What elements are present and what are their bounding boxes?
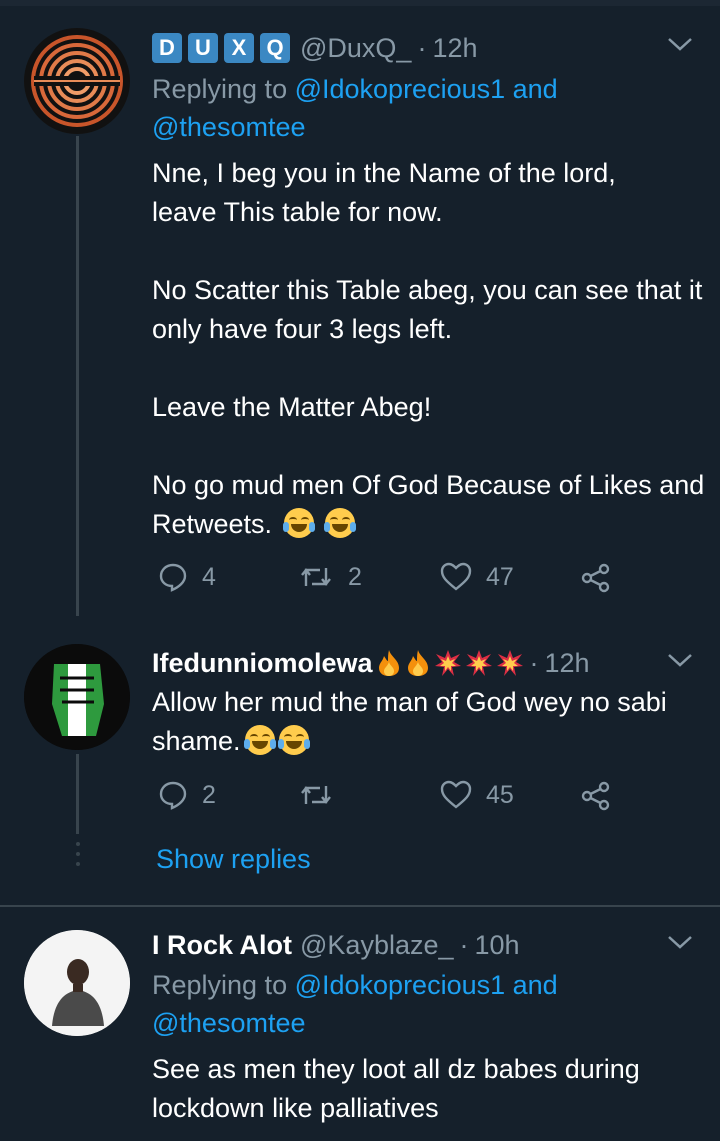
tweet-paragraph: Allow her mud the man of God wey no sabi…: [152, 687, 667, 756]
timestamp[interactable]: 12h: [545, 648, 590, 679]
thread-line: [76, 136, 79, 616]
user-handle[interactable]: @Kayblaze_: [300, 930, 454, 961]
name-badge[interactable]: D: [152, 33, 182, 63]
reply-button[interactable]: 2: [158, 780, 216, 810]
tweet-text: See as men they loot all dz babes during…: [152, 1050, 697, 1128]
top-divider: [0, 0, 720, 6]
share-button[interactable]: [580, 780, 626, 812]
retweet-button[interactable]: [298, 780, 348, 810]
spiral-logo-icon: [24, 28, 130, 134]
mention-and[interactable]: and: [505, 74, 558, 104]
crying-laughing-emoji-icon: [282, 508, 315, 538]
fire-emoji-icon: [407, 650, 428, 676]
heart-icon: [440, 780, 472, 809]
reply-count: 2: [202, 780, 216, 809]
replying-to-label: Replying to: [152, 74, 295, 104]
avatar[interactable]: [24, 644, 130, 750]
separator-dot: ·: [459, 929, 469, 960]
mention-link[interactable]: @Idokoprecious1: [295, 74, 506, 104]
timestamp[interactable]: 10h: [475, 930, 520, 961]
name-badge[interactable]: X: [224, 33, 254, 63]
tweet-text: Allow her mud the man of God wey no sabi…: [152, 683, 672, 761]
retweet-icon: [301, 786, 331, 804]
reply-button[interactable]: 4: [158, 562, 216, 592]
replying-to: Replying to @Idokoprecious1 and @thesomt…: [152, 966, 672, 1042]
tweet-divider: [0, 905, 720, 907]
fist-flag-icon: [24, 644, 130, 750]
retweet-count: 2: [348, 562, 362, 591]
mention-link[interactable]: @Idokoprecious1: [295, 970, 506, 1000]
person-photo-icon: [24, 930, 130, 1036]
crying-laughing-emoji-icon: [324, 508, 357, 538]
fire-emoji-icon: [378, 650, 399, 676]
collision-emoji-icon: [465, 650, 492, 676]
chevron-down-icon[interactable]: [666, 650, 694, 675]
mention-and[interactable]: and: [505, 970, 558, 1000]
tweet-actions: 2 45: [152, 780, 632, 820]
share-button[interactable]: [580, 562, 626, 594]
replying-to-label: Replying to: [152, 970, 295, 1000]
show-replies-link[interactable]: Show replies: [156, 844, 311, 875]
tweet-header: I Rock Alot @Kayblaze_ · 10h: [152, 928, 520, 962]
avatar[interactable]: [24, 28, 130, 134]
reply-icon: [159, 781, 187, 810]
user-display-name[interactable]: I Rock Alot: [152, 930, 292, 961]
more-replies-dots: [76, 840, 80, 872]
retweet-button[interactable]: 2: [298, 562, 362, 592]
replying-to: Replying to @Idokoprecious1 and @thesomt…: [152, 70, 672, 146]
user-display-name[interactable]: Ifedunniomolewa: [152, 648, 373, 679]
tweet-paragraph: No go mud men Of God Because of Likes an…: [152, 470, 705, 539]
collision-emoji-icon: [434, 650, 461, 676]
heart-icon: [440, 562, 472, 591]
share-icon: [581, 563, 610, 593]
tweet-paragraph: Nne, I beg you in the Name of the lord, …: [152, 158, 616, 227]
mention-link[interactable]: @thesomtee: [152, 112, 305, 142]
thread-line: [76, 754, 79, 834]
tweet-actions: 4 2 47: [152, 562, 632, 602]
like-count: 45: [486, 780, 514, 809]
reply-icon: [159, 563, 187, 592]
share-icon: [581, 781, 610, 811]
avatar[interactable]: [24, 930, 130, 1036]
tweet-paragraph: No Scatter this Table abeg, you can see …: [152, 275, 703, 344]
timestamp[interactable]: 12h: [432, 33, 477, 64]
tweet-header: D U X Q @DuxQ_ · 12h: [152, 32, 478, 64]
user-handle[interactable]: @DuxQ_: [300, 33, 411, 64]
tweet-paragraph: See as men they loot all dz babes during…: [152, 1054, 640, 1123]
separator-dot: ·: [529, 647, 539, 678]
tweet-paragraph: Leave the Matter Abeg!: [152, 392, 432, 422]
name-badge[interactable]: U: [188, 33, 218, 63]
chevron-down-icon[interactable]: [666, 34, 694, 59]
mention-link[interactable]: @thesomtee: [152, 1008, 305, 1038]
like-button[interactable]: 47: [440, 562, 514, 592]
tweet-header: Ifedunniomolewa · 12h: [152, 646, 590, 680]
like-count: 47: [486, 562, 514, 591]
reply-count: 4: [202, 562, 216, 591]
separator-dot: ·: [417, 32, 427, 63]
name-badge[interactable]: Q: [260, 33, 290, 63]
crying-laughing-emoji-icon: [277, 725, 310, 755]
tweet-text: Nne, I beg you in the Name of the lord, …: [152, 154, 707, 544]
retweet-icon: [301, 568, 331, 586]
like-button[interactable]: 45: [440, 780, 514, 810]
collision-emoji-icon: [496, 650, 523, 676]
chevron-down-icon[interactable]: [666, 932, 694, 957]
crying-laughing-emoji-icon: [243, 725, 276, 755]
